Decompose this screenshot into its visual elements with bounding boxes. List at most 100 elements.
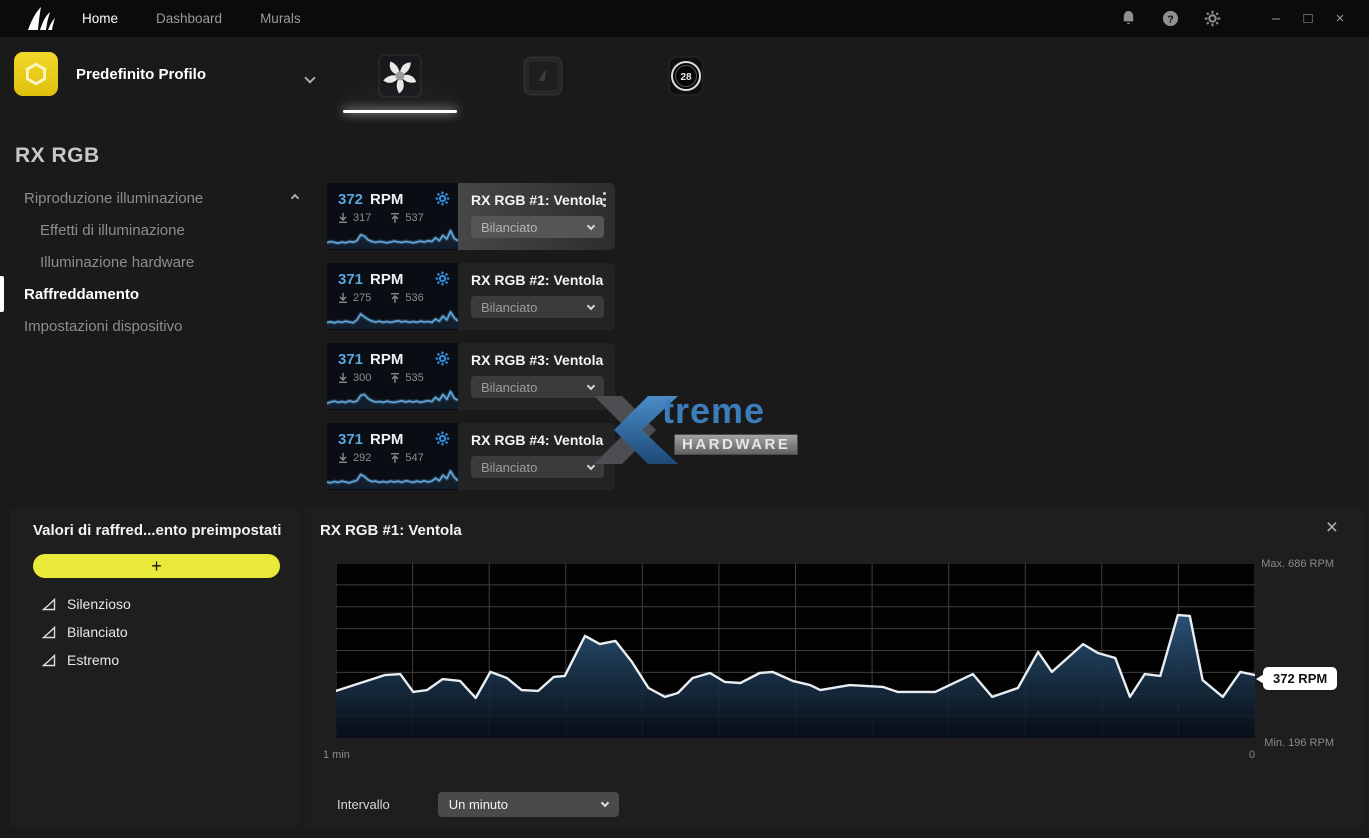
rpm-sparkline	[327, 384, 458, 409]
watermark-hardware-text: HARDWARE	[674, 434, 798, 455]
window-minimize-button[interactable]: –	[1267, 10, 1285, 27]
fan-name: RX RGB #1: Ventola	[471, 192, 615, 208]
rpm-value: 371	[338, 351, 363, 368]
fan-device-icon	[378, 54, 422, 98]
main-menu: Home Dashboard Murals	[82, 11, 301, 26]
hub-device-icon	[521, 54, 565, 98]
presets-panel-title: Valori di raffred...ento preimpostati	[33, 522, 281, 539]
min-rpm-icon	[338, 293, 348, 303]
cooling-presets-panel: Valori di raffred...ento preimpostati + …	[10, 508, 300, 828]
window-maximize-button[interactable]: □	[1299, 10, 1317, 27]
preset-dropdown[interactable]: Bilanciato	[471, 216, 604, 238]
interval-label: Intervallo	[337, 797, 390, 812]
fan-settings-gear-icon[interactable]	[435, 271, 450, 286]
sidebar-item-impostazioni-dispositivo[interactable]: Impostazioni dispositivo	[0, 310, 312, 342]
fan-panel[interactable]: RX RGB #2: Ventola Bilanciato	[458, 263, 615, 330]
min-rpm-value: 275	[353, 292, 371, 304]
rpm-history-chart[interactable]	[336, 563, 1255, 738]
preset-dropdown[interactable]: Bilanciato	[471, 456, 604, 478]
fan-row-3[interactable]: 371 RPM 300 535 RX RG	[327, 343, 615, 410]
min-rpm-value: 300	[353, 372, 371, 384]
chevron-down-icon[interactable]	[304, 72, 315, 83]
device-tab-hub[interactable]	[486, 37, 600, 115]
preset-dropdown[interactable]: Bilanciato	[471, 376, 604, 398]
sidebar-item-effetti-di-illuminazione[interactable]: Effetti di illuminazione	[0, 214, 312, 246]
fan-panel[interactable]: RX RGB #1: Ventola Bilanciato	[458, 183, 615, 250]
device-tab-fan[interactable]	[343, 37, 457, 115]
sidebar-nav: Riproduzione illuminazione Effetti di il…	[0, 182, 312, 342]
fan-list: 372 RPM 317 537 RX RG	[327, 183, 615, 503]
preset-item-bilanciato[interactable]: Bilanciato	[33, 618, 131, 646]
plus-icon: +	[151, 557, 162, 575]
settings-gear-icon[interactable]	[1203, 10, 1221, 28]
curve-ramp-icon	[42, 654, 56, 667]
fan-settings-gear-icon[interactable]	[435, 351, 450, 366]
page-title: RX RGB	[15, 144, 100, 168]
device-tab-lcd-cooler[interactable]: 28	[630, 37, 744, 115]
icue-app-window: { "topbar": { "menu": [ { "label": "Home…	[0, 0, 1369, 838]
fan-name: RX RGB #3: Ventola	[471, 352, 615, 368]
lcd-cooler-device-icon: 28	[665, 54, 709, 98]
fan-row-4[interactable]: 371 RPM 292 547 RX RG	[327, 423, 615, 490]
min-rpm-value: 292	[353, 452, 371, 464]
rpm-sparkline	[327, 224, 458, 249]
sidebar-item-raffreddamento[interactable]: Raffreddamento	[0, 278, 312, 310]
max-rpm-icon	[390, 213, 400, 223]
max-rpm-icon	[390, 293, 400, 303]
close-icon[interactable]: ×	[1326, 516, 1338, 540]
max-rpm-value: 537	[405, 212, 423, 224]
fan-settings-gear-icon[interactable]	[435, 431, 450, 446]
window-close-button[interactable]: ×	[1331, 10, 1349, 27]
chart-x-end-label: 0	[1249, 749, 1255, 761]
corsair-logo-icon	[26, 5, 56, 33]
min-rpm-value: 317	[353, 212, 371, 224]
rpm-unit: RPM	[370, 271, 403, 288]
menu-item-home[interactable]: Home	[82, 11, 118, 26]
active-tab-indicator	[343, 110, 457, 113]
profile-hexagon-icon	[14, 52, 58, 96]
add-preset-button[interactable]: +	[33, 554, 280, 578]
rpm-value: 371	[338, 431, 363, 448]
title-bar: Home Dashboard Murals ? – □ ×	[0, 0, 1369, 37]
rpm-unit: RPM	[370, 431, 403, 448]
min-rpm-icon	[338, 213, 348, 223]
preset-item-estremo[interactable]: Estremo	[33, 646, 131, 674]
fan-name: RX RGB #2: Ventola	[471, 272, 615, 288]
chevron-down-icon	[601, 799, 609, 807]
chart-x-start-label: 1 min	[323, 749, 350, 761]
svg-text:28: 28	[680, 72, 692, 83]
chart-max-label: Max. 686 RPM	[1261, 558, 1334, 570]
chevron-up-icon[interactable]	[291, 194, 299, 202]
fan-settings-gear-icon[interactable]	[435, 191, 450, 206]
max-rpm-value: 547	[405, 452, 423, 464]
preset-dropdown[interactable]: Bilanciato	[471, 296, 604, 318]
profile-name: Predefinito Profilo	[76, 66, 206, 83]
xtreme-hardware-watermark: treme HARDWARE	[592, 396, 797, 464]
fan-chart-panel: RX RGB #1: Ventola × Max. 686 RPM Min. 1…	[305, 508, 1364, 828]
menu-item-murals[interactable]: Murals	[260, 11, 301, 26]
curve-ramp-icon	[42, 598, 56, 611]
kebab-menu-icon[interactable]	[603, 192, 606, 207]
notifications-bell-icon[interactable]	[1119, 10, 1137, 28]
profile-selector[interactable]: Predefinito Profilo	[14, 52, 320, 96]
rpm-value: 372	[338, 191, 363, 208]
sidebar-item-illuminazione-hardware[interactable]: Illuminazione hardware	[0, 246, 312, 278]
max-rpm-value: 536	[405, 292, 423, 304]
chevron-down-icon	[587, 381, 595, 389]
current-rpm-badge: 372 RPM	[1263, 667, 1337, 690]
fan-row-1[interactable]: 372 RPM 317 537 RX RG	[327, 183, 615, 250]
rpm-value: 371	[338, 271, 363, 288]
preset-item-silenzioso[interactable]: Silenzioso	[33, 590, 131, 618]
menu-item-dashboard[interactable]: Dashboard	[156, 11, 222, 26]
svg-text:?: ?	[1167, 14, 1173, 25]
sidebar-item-riproduzione-illuminazione[interactable]: Riproduzione illuminazione	[0, 182, 312, 214]
profile-device-bar: Predefinito Profilo	[0, 37, 1369, 115]
chevron-down-icon	[587, 301, 595, 309]
fan-row-2[interactable]: 371 RPM 275 536 RX RG	[327, 263, 615, 330]
fan-telemetry-tile: 371 RPM 275 536	[327, 263, 458, 330]
interval-dropdown[interactable]: Un minuto	[438, 792, 619, 817]
chart-min-label: Min. 196 RPM	[1264, 737, 1334, 749]
help-icon[interactable]: ?	[1161, 10, 1179, 28]
fan-telemetry-tile: 371 RPM 300 535	[327, 343, 458, 410]
rpm-sparkline	[327, 464, 458, 489]
